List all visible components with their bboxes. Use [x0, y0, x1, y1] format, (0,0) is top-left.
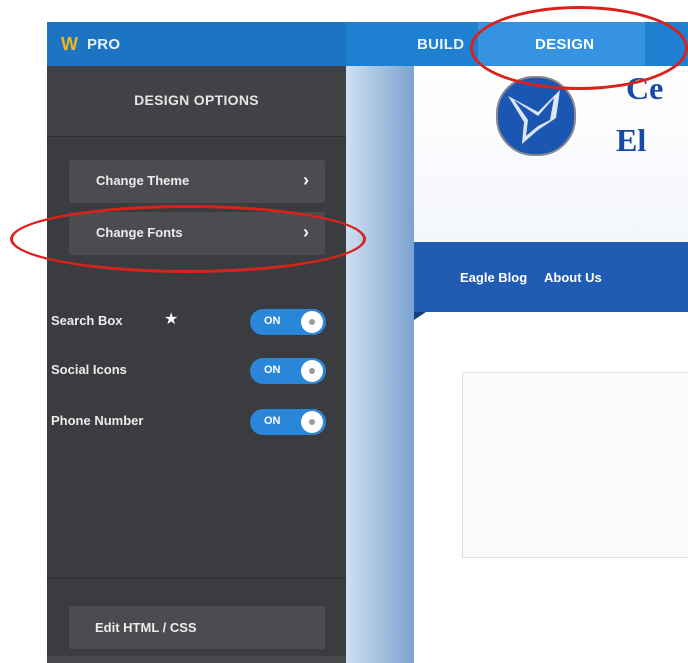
change-fonts-label: Change Fonts: [96, 225, 183, 240]
search-box-toggle[interactable]: ON: [250, 309, 326, 335]
toggle-state: ON: [264, 315, 281, 327]
app-window: W PRO BUILD DESIGN DESIGN OPTIONS Change…: [47, 22, 688, 663]
change-theme-button[interactable]: Change Theme ›: [69, 160, 325, 203]
sidebar-title: DESIGN OPTIONS: [134, 92, 259, 108]
nav-link-about-us[interactable]: About Us: [544, 270, 602, 285]
tab-build[interactable]: BUILD: [417, 36, 464, 53]
content-area[interactable]: [462, 372, 688, 558]
sidebar-footer: [47, 656, 346, 663]
toggle-knob: [301, 311, 323, 333]
edit-html-css-button[interactable]: Edit HTML / CSS: [69, 606, 325, 649]
nav-ribbon: [414, 312, 426, 320]
top-bar-left: W PRO: [47, 22, 346, 66]
sidebar-divider: [47, 578, 346, 579]
site-title-line1: Ce: [626, 70, 664, 106]
change-fonts-button[interactable]: Change Fonts ›: [69, 212, 325, 255]
site-title-line2: El: [616, 122, 647, 158]
toggle-knob: [301, 411, 323, 433]
star-icon: ★: [164, 311, 179, 328]
top-bar: W PRO BUILD DESIGN: [47, 22, 688, 66]
site-logo-icon[interactable]: [496, 76, 576, 156]
site-preview[interactable]: Ce El Eagle Blog About Us: [346, 66, 688, 663]
sidebar-header: DESIGN OPTIONS: [47, 66, 346, 137]
chevron-right-icon: ›: [303, 170, 309, 190]
search-box-row: Search Box ★ ON: [47, 306, 346, 336]
pro-label: PRO: [87, 36, 121, 53]
social-icons-row: Social Icons ON: [47, 355, 346, 385]
change-theme-label: Change Theme: [96, 173, 190, 188]
social-icons-label: Social Icons: [51, 362, 127, 377]
toggle-state: ON: [264, 364, 281, 376]
phone-number-row: Phone Number ON: [47, 406, 346, 436]
tab-design-label: DESIGN: [535, 36, 595, 53]
social-icons-toggle[interactable]: ON: [250, 358, 326, 384]
toggle-state: ON: [264, 415, 281, 427]
design-sidebar: DESIGN OPTIONS Change Theme › Change Fon…: [47, 66, 346, 663]
tab-design[interactable]: DESIGN: [478, 22, 645, 66]
weebly-logo-icon[interactable]: W: [61, 35, 79, 53]
edit-html-css-label: Edit HTML / CSS: [95, 620, 197, 635]
phone-number-label: Phone Number: [51, 413, 144, 428]
toggle-knob: [301, 360, 323, 382]
nav-link-eagle-blog[interactable]: Eagle Blog: [460, 270, 527, 285]
chevron-right-icon: ›: [303, 222, 309, 242]
site-nav-bar: Eagle Blog About Us: [414, 242, 688, 320]
phone-number-toggle[interactable]: ON: [250, 409, 326, 435]
search-box-label: Search Box: [51, 313, 123, 328]
